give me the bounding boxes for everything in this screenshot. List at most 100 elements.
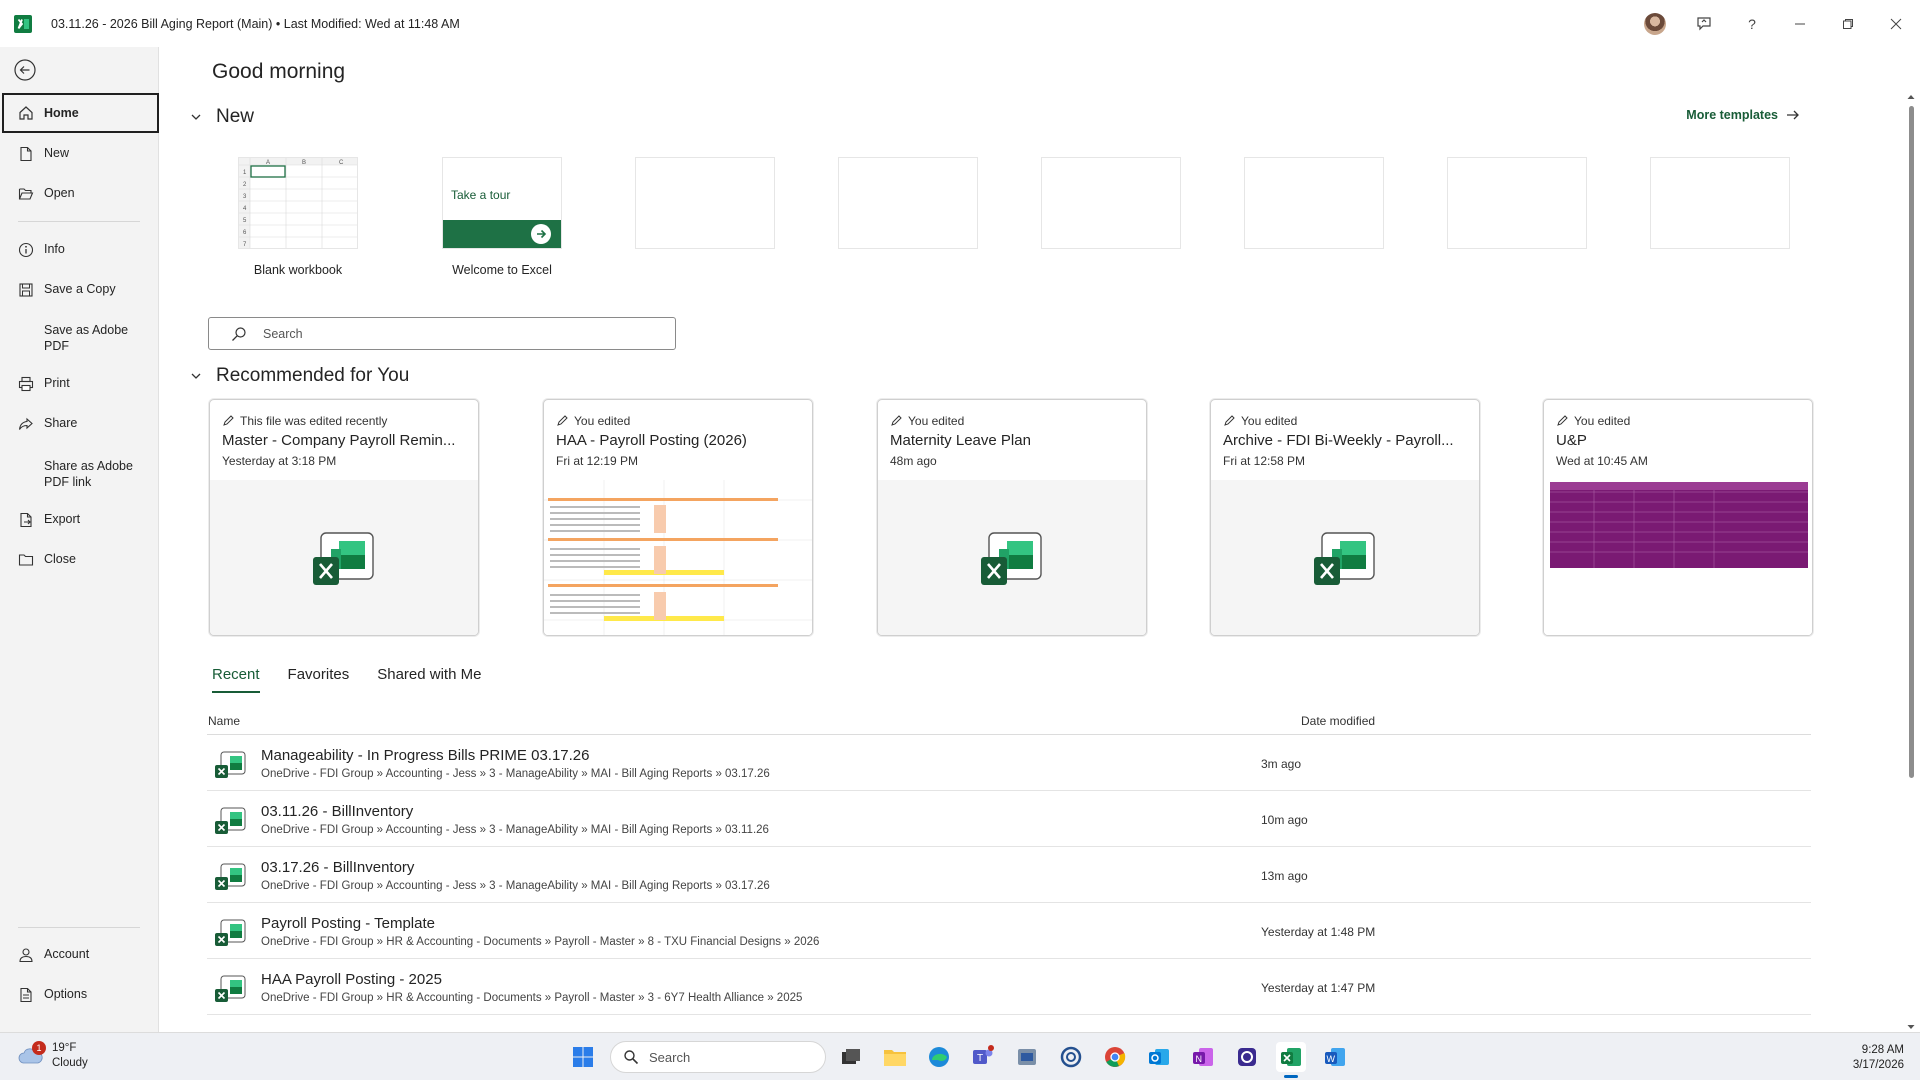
recommended-section-header[interactable]: Recommended for You: [190, 365, 409, 387]
word-icon[interactable]: W: [1320, 1042, 1350, 1072]
file-explorer-icon[interactable]: [880, 1042, 910, 1072]
minimize-button[interactable]: [1776, 0, 1824, 47]
recommended-card[interactable]: You edited U&P Wed at 10:45 AM: [1543, 399, 1813, 636]
card-meta-text: You edited: [1574, 414, 1631, 428]
task-view-icon[interactable]: [836, 1042, 866, 1072]
recommended-card[interactable]: You edited HAA - Payroll Posting (2026) …: [543, 399, 813, 636]
sidebar-item-info[interactable]: Info: [2, 242, 159, 258]
scroll-up-icon[interactable]: [1906, 92, 1916, 102]
user-avatar[interactable]: [1644, 12, 1666, 35]
excel-file-icon: [313, 531, 374, 585]
template-welcome-to-excel[interactable]: Take a tour: [442, 157, 562, 249]
sidebar-item-save-adobe-pdf[interactable]: Save as Adobe PDF: [2, 322, 159, 354]
sidebar-item-close[interactable]: Close: [2, 552, 159, 568]
tab-favorites[interactable]: Favorites: [288, 666, 350, 693]
column-header-date[interactable]: Date modified: [1301, 714, 1375, 728]
sidebar-item-print[interactable]: Print: [2, 376, 159, 392]
vertical-scrollbar[interactable]: [1906, 92, 1916, 1032]
teams-icon[interactable]: T: [968, 1042, 998, 1072]
tab-recent[interactable]: Recent: [212, 666, 260, 693]
close-window-button[interactable]: [1872, 0, 1920, 47]
sidebar-item-share-adobe-pdf-link[interactable]: Share as Adobe PDF link: [2, 458, 159, 490]
column-header-name[interactable]: Name: [208, 714, 240, 728]
template-placeholder[interactable]: [635, 157, 775, 249]
card-file-name: Master - Company Payroll Remin...: [222, 432, 456, 449]
template-placeholder[interactable]: [1650, 157, 1790, 249]
template-placeholder[interactable]: [1447, 157, 1587, 249]
template-label: Welcome to Excel: [452, 263, 552, 277]
card-file-name: Maternity Leave Plan: [890, 432, 1031, 449]
file-row[interactable]: Manageability - In Progress Bills PRIME …: [207, 735, 1811, 791]
tab-shared-with-me[interactable]: Shared with Me: [377, 666, 481, 693]
sidebar-item-options[interactable]: Options: [2, 987, 159, 1003]
chevron-down-icon[interactable]: [190, 111, 202, 123]
sidebar-item-open[interactable]: Open: [2, 186, 159, 202]
card-meta-text: This file was edited recently: [240, 414, 388, 428]
sidebar-item-export[interactable]: Export: [2, 512, 159, 528]
copilot-icon[interactable]: [1056, 1042, 1086, 1072]
recommended-card[interactable]: You edited Maternity Leave Plan 48m ago: [877, 399, 1147, 636]
sidebar-item-save-copy[interactable]: Save a Copy: [2, 282, 159, 298]
new-section-header[interactable]: New: [190, 106, 254, 128]
quick-assist-icon[interactable]: [1232, 1042, 1262, 1072]
sidebar-item-account[interactable]: Account: [2, 947, 159, 963]
svg-text:W: W: [1327, 1054, 1336, 1064]
file-row[interactable]: HAA Payroll Posting - 2025 OneDrive - FD…: [207, 959, 1811, 1015]
edge-browser-icon[interactable]: [924, 1042, 954, 1072]
restore-button[interactable]: [1824, 0, 1872, 47]
sidebar-item-label: Options: [44, 987, 88, 1001]
chrome-icon[interactable]: [1100, 1042, 1130, 1072]
spreadsheet-thumbnail: [544, 480, 812, 635]
sidebar-item-home[interactable]: Home: [2, 93, 159, 133]
system-clock[interactable]: 9:28 AM 3/17/2026: [1853, 1043, 1904, 1073]
scroll-down-icon[interactable]: [1906, 1022, 1916, 1032]
svg-text:A: A: [266, 160, 270, 166]
svg-text:T: T: [977, 1053, 983, 1064]
template-placeholder[interactable]: [1244, 157, 1384, 249]
sidebar-item-share[interactable]: Share: [2, 416, 159, 432]
template-blank-workbook[interactable]: ABC 1234567: [238, 157, 358, 249]
card-time: 48m ago: [890, 454, 937, 468]
recommended-card[interactable]: You edited Archive - FDI Bi-Weekly - Pay…: [1210, 399, 1480, 636]
back-arrow-icon[interactable]: [14, 59, 36, 81]
file-date: 13m ago: [1261, 869, 1308, 883]
file-row[interactable]: Payroll Posting - Template OneDrive - FD…: [207, 903, 1811, 959]
search-input[interactable]: [263, 326, 663, 341]
more-templates-label: More templates: [1686, 108, 1778, 122]
file-row[interactable]: 03.11.26 - BillInventory OneDrive - FDI …: [207, 791, 1811, 847]
chevron-down-icon[interactable]: [190, 370, 202, 382]
section-title: New: [216, 106, 255, 127]
card-meta: You edited: [890, 414, 964, 428]
help-icon[interactable]: ?: [1728, 0, 1776, 47]
file-date: 10m ago: [1261, 813, 1308, 827]
excel-taskbar-icon[interactable]: [1276, 1042, 1306, 1078]
weather-widget[interactable]: 1 19°F Cloudy: [18, 1041, 88, 1071]
onenote-icon[interactable]: N: [1188, 1042, 1218, 1072]
taskbar-search-label: Search: [649, 1049, 691, 1065]
template-placeholder[interactable]: [838, 157, 978, 249]
file-name: Manageability - In Progress Bills PRIME …: [261, 747, 590, 764]
outlook-icon[interactable]: [1144, 1042, 1174, 1072]
feedback-icon[interactable]: [1680, 0, 1728, 47]
file-date: 3m ago: [1261, 757, 1302, 771]
card-meta-text: You edited: [908, 414, 965, 428]
file-row[interactable]: 03.17.26 - BillInventory OneDrive - FDI …: [207, 847, 1811, 903]
scrollbar-thumb[interactable]: [1909, 106, 1914, 778]
start-button[interactable]: [568, 1042, 598, 1072]
recommended-card[interactable]: This file was edited recently Master - C…: [209, 399, 479, 636]
save-copy-icon: [19, 283, 33, 297]
card-preview: [1544, 480, 1812, 635]
excel-file-icon: [215, 751, 246, 778]
outlook-desktop-icon[interactable]: [1012, 1042, 1042, 1072]
card-meta: This file was edited recently: [222, 414, 387, 428]
backstage-sidebar: Home New Open Info Save a Copy Save as A…: [0, 47, 159, 1032]
card-meta: You edited: [1223, 414, 1297, 428]
sidebar-item-label: Export: [44, 512, 81, 526]
sidebar-item-label: Account: [44, 947, 90, 961]
card-time: Fri at 12:58 PM: [1223, 454, 1306, 468]
more-templates-link[interactable]: More templates: [1686, 108, 1800, 122]
template-placeholder[interactable]: [1041, 157, 1181, 249]
sidebar-item-new[interactable]: New: [2, 146, 159, 162]
file-search-box[interactable]: [208, 317, 676, 350]
taskbar-search[interactable]: Search: [610, 1041, 826, 1073]
